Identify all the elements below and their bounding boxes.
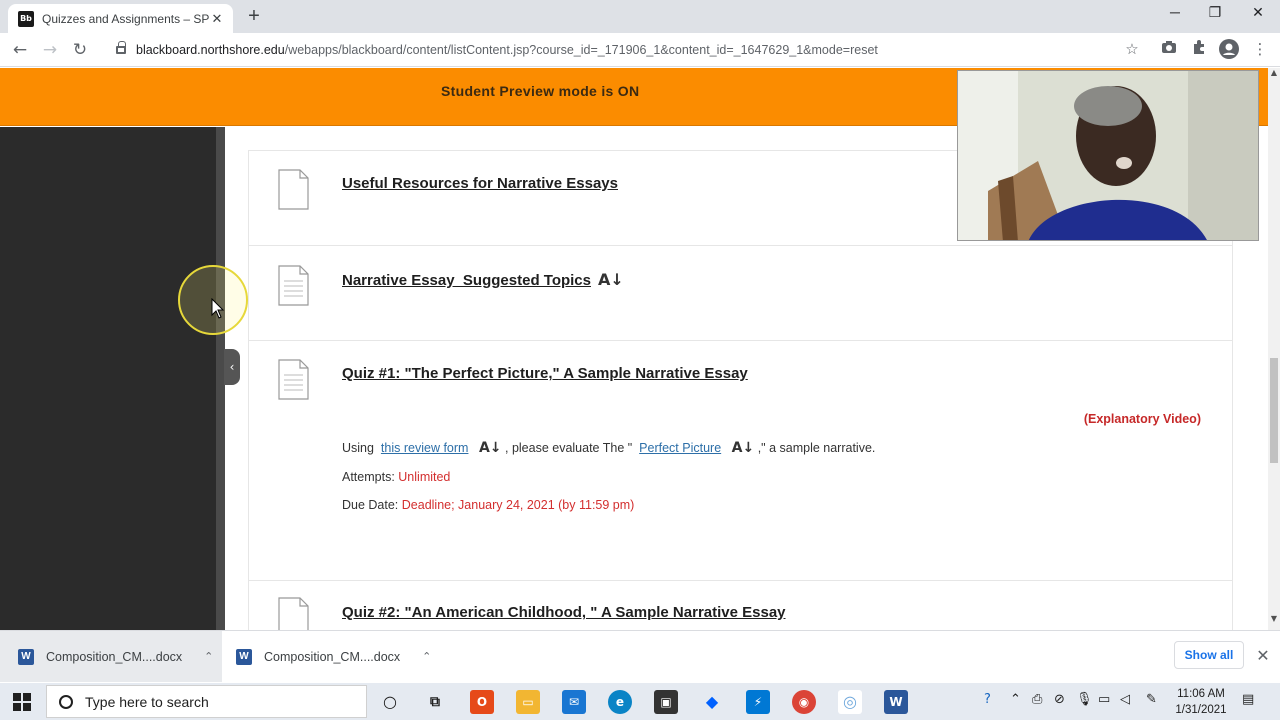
back-button[interactable]: ← <box>9 39 31 61</box>
mail-app-icon[interactable]: ✉ <box>562 690 586 714</box>
forward-button[interactable]: → <box>39 39 61 61</box>
url-host: blackboard.northshore.edu <box>136 43 285 57</box>
restore-window-button[interactable]: ❐ <box>1200 4 1230 21</box>
quiz-2-title-link[interactable]: Quiz #2: "An American Childhood, " A Sam… <box>342 604 786 621</box>
notifications-icon[interactable]: ▤ <box>1242 692 1254 707</box>
presenter-video-image <box>958 71 1258 240</box>
url-path: /webapps/blackboard/content/listContent.… <box>284 43 878 57</box>
alternative-formats-icon[interactable]: A↓ <box>598 270 624 289</box>
document-icon <box>278 265 309 306</box>
download-filename: Composition_CM....docx <box>46 649 183 664</box>
taskbar-clock[interactable]: 11:06 AM 1/31/2021 <box>1172 686 1230 718</box>
scroll-down-arrow-icon[interactable]: ▼ <box>1268 614 1280 626</box>
lock-icon <box>116 41 126 54</box>
file-explorer-icon[interactable]: ▭ <box>516 690 540 714</box>
word-app-icon[interactable]: W <box>884 690 908 714</box>
alternative-formats-icon[interactable]: A↓ <box>479 440 502 456</box>
download-item[interactable]: W Composition_CM....docx ⌃ <box>222 631 440 682</box>
show-all-downloads-button[interactable]: Show all <box>1174 641 1244 669</box>
review-form-link[interactable]: this review form <box>381 441 469 455</box>
word-document-icon: W <box>18 648 34 665</box>
edge-browser-icon[interactable]: e <box>608 690 632 714</box>
browser-tabstrip: Bb Quizzes and Assignments – SPRI ✕ + ─ … <box>0 0 1280 33</box>
windows-start-icon[interactable] <box>13 693 31 711</box>
attempts-line: Attempts: Unlimited <box>342 470 450 484</box>
chevron-up-icon[interactable]: ⌃ <box>422 650 431 663</box>
volume-icon[interactable]: ◁ <box>1120 692 1130 707</box>
browser-menu-icon[interactable]: ⋮ <box>1250 39 1270 59</box>
description-text: ," a sample narrative. <box>757 441 876 455</box>
item-title-text: Narrative Essay_Suggested Topics <box>342 272 591 289</box>
mouse-pointer-icon <box>211 298 225 319</box>
attempts-label: Attempts: <box>342 470 395 484</box>
extensions-puzzle-icon[interactable] <box>1189 39 1209 59</box>
battery-icon[interactable]: ▭ <box>1098 692 1110 707</box>
attempts-value: Unlimited <box>398 470 451 484</box>
alternative-formats-icon[interactable]: A↓ <box>732 440 755 456</box>
due-date-line: Due Date: Deadline; January 24, 2021 (by… <box>342 498 634 512</box>
dropbox-icon[interactable]: ◆ <box>700 690 724 714</box>
document-icon <box>278 359 309 400</box>
browser-toolbar: ← → ↻ blackboard.northshore.edu/webapps/… <box>0 33 1280 67</box>
quiz-1-title-link[interactable]: Quiz #1: "The Perfect Picture," A Sample… <box>342 365 748 382</box>
star-icon[interactable]: ☆ <box>1122 39 1142 59</box>
collapse-menu-button[interactable]: ‹ <box>224 349 240 385</box>
quiz-1-description: Using this review form A↓ , please evalu… <box>342 440 875 456</box>
screen-recorder-icon[interactable]: ◎ <box>838 690 862 714</box>
document-icon <box>278 169 309 210</box>
item-title-link[interactable]: Useful Resources for Narrative Essays <box>342 175 618 192</box>
store-app-icon[interactable]: ▣ <box>654 690 678 714</box>
reload-button[interactable]: ↻ <box>69 39 91 61</box>
due-date-label: Due Date: <box>342 498 399 512</box>
office-app-icon[interactable]: O <box>470 690 494 714</box>
webcam-video-overlay <box>957 70 1259 241</box>
clock-time: 11:06 AM <box>1177 688 1225 700</box>
description-text: Using <box>342 441 374 455</box>
close-tab-icon[interactable]: ✕ <box>209 11 225 27</box>
camera-icon[interactable] <box>1159 39 1179 59</box>
task-view-icon[interactable]: ⧉ <box>423 690 447 714</box>
search-icon <box>59 694 73 709</box>
chrome-browser-icon[interactable]: ◉ <box>792 690 816 714</box>
blackboard-favicon-icon: Bb <box>18 10 34 27</box>
explanatory-video-link[interactable]: (Explanatory Video) <box>1084 412 1201 426</box>
power-automate-icon[interactable]: ⚡ <box>746 690 770 714</box>
show-hidden-icons-chevron-icon[interactable]: ⌃ <box>1010 692 1021 707</box>
tray-network-icon[interactable]: ⊘ <box>1054 692 1065 707</box>
taskbar-search-box[interactable]: Type here to search <box>46 685 367 718</box>
page-scrollbar[interactable] <box>1268 68 1280 630</box>
microphone-icon[interactable]: 🎙︎ <box>1076 692 1093 707</box>
download-filename: Composition_CM....docx <box>264 649 401 664</box>
browser-tab[interactable]: Bb Quizzes and Assignments – SPRI ✕ <box>8 4 233 33</box>
tab-title: Quizzes and Assignments – SPRI <box>42 11 209 26</box>
content-item: Quiz #2: "An American Childhood, " A Sam… <box>248 580 1233 638</box>
taskbar-search-placeholder: Type here to search <box>85 693 209 710</box>
new-tab-button[interactable]: + <box>244 6 264 26</box>
download-item[interactable]: W Composition_CM....docx ⌃ <box>0 631 222 682</box>
course-menu-panel <box>0 127 216 630</box>
tray-device-icon[interactable]: ⎙ <box>1032 692 1042 707</box>
profile-avatar-icon[interactable] <box>1219 39 1239 59</box>
due-date-value: Deadline; January 24, 2021 (by 11:59 pm) <box>401 498 635 512</box>
minimize-window-button[interactable]: ─ <box>1160 4 1190 20</box>
help-icon[interactable]: ? <box>984 692 991 707</box>
pen-icon[interactable]: ✎ <box>1146 692 1157 707</box>
cortana-icon[interactable]: ○ <box>378 690 402 714</box>
scroll-up-arrow-icon[interactable]: ▲ <box>1268 68 1280 80</box>
address-bar[interactable]: blackboard.northshore.edu/webapps/blackb… <box>104 36 1154 64</box>
word-document-icon: W <box>236 648 252 665</box>
content-item: Narrative Essay_Suggested Topics A↓ <box>248 245 1233 340</box>
perfect-picture-link[interactable]: Perfect Picture <box>639 441 721 455</box>
clock-date: 1/31/2021 <box>1175 704 1227 716</box>
chevron-up-icon[interactable]: ⌃ <box>204 650 213 663</box>
item-title-link[interactable]: Narrative Essay_Suggested Topics A↓ <box>342 270 624 289</box>
close-downloads-bar-icon[interactable]: ✕ <box>1254 646 1272 666</box>
banner-text: Student Preview mode is ON <box>441 83 640 99</box>
content-item: Quiz #1: "The Perfect Picture," A Sample… <box>248 340 1233 580</box>
scrollbar-thumb[interactable] <box>1270 358 1278 463</box>
description-text: , please evaluate The " <box>505 441 633 455</box>
close-window-button[interactable]: ✕ <box>1243 4 1273 21</box>
